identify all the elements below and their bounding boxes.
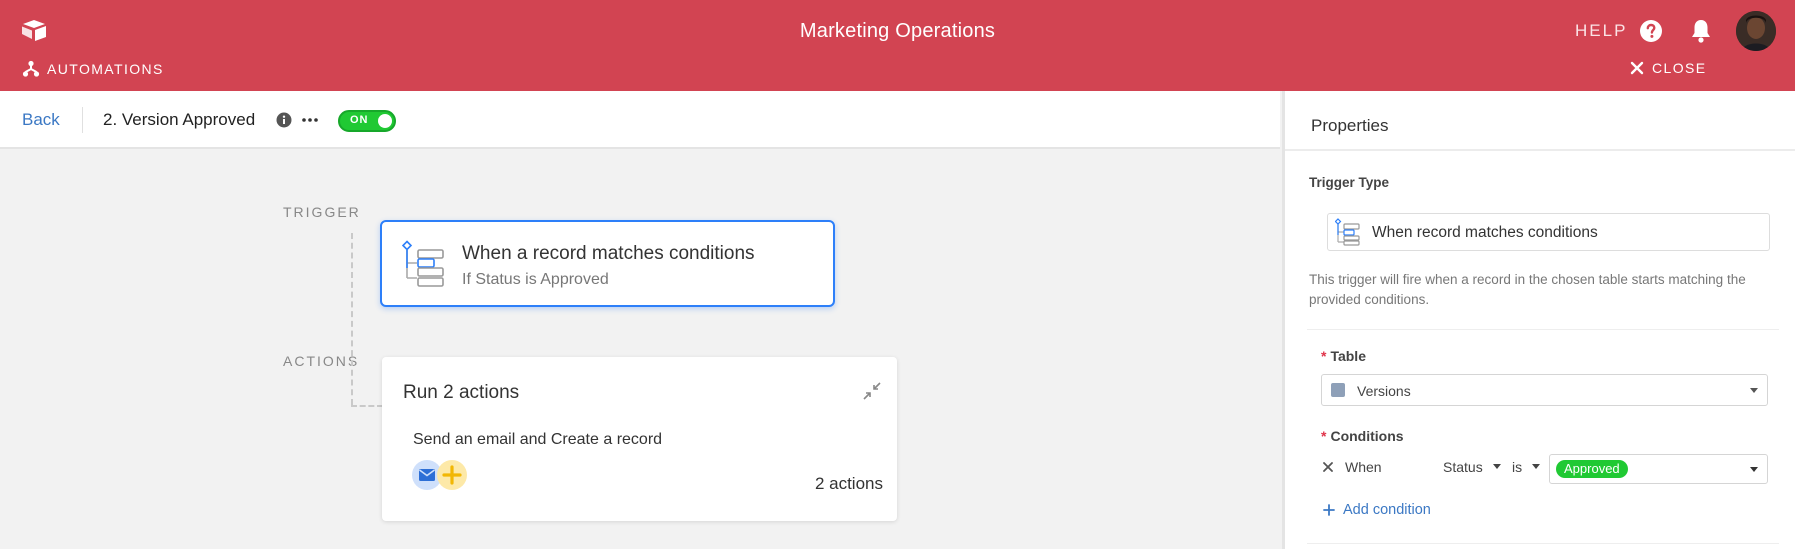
flow-connector-horizontal xyxy=(351,405,383,407)
condition-field-value: Status xyxy=(1443,459,1483,475)
back-button[interactable]: Back xyxy=(22,110,60,130)
condition-value-select[interactable]: Approved xyxy=(1549,454,1768,484)
create-record-action-icon xyxy=(437,460,467,490)
help-link[interactable]: HELP xyxy=(1575,21,1627,41)
trigger-type-value: When record matches conditions xyxy=(1372,224,1598,241)
condition-operator-select[interactable]: is xyxy=(1512,459,1541,475)
trigger-description: This trigger will fire when a record in … xyxy=(1309,272,1746,307)
trigger-card[interactable]: When a record matches conditions If Stat… xyxy=(380,220,835,307)
section-divider xyxy=(1307,543,1779,544)
automations-label: AUTOMATIONS xyxy=(47,61,164,77)
automations-link[interactable]: AUTOMATIONS xyxy=(22,60,164,78)
automation-on-toggle[interactable]: ON xyxy=(338,110,396,132)
actions-section-label: ACTIONS xyxy=(283,353,360,369)
section-divider xyxy=(1307,329,1779,330)
close-label: CLOSE xyxy=(1652,60,1707,76)
trigger-card-title: When a record matches conditions xyxy=(462,243,755,264)
table-field-label: * Table xyxy=(1321,348,1366,364)
automations-icon xyxy=(22,60,40,77)
automation-name[interactable]: 2. Version Approved xyxy=(103,110,255,130)
close-icon xyxy=(1630,61,1644,75)
more-options-icon[interactable] xyxy=(302,118,318,122)
conditions-trigger-icon xyxy=(402,240,444,287)
actions-card-title: Run 2 actions xyxy=(403,382,520,403)
trigger-section-label: TRIGGER xyxy=(283,204,361,220)
table-select[interactable]: Versions xyxy=(1321,374,1768,406)
toolbar-divider xyxy=(82,107,83,133)
user-avatar[interactable] xyxy=(1736,11,1776,51)
trigger-card-subtitle: If Status is Approved xyxy=(462,271,609,288)
actions-card-description: Send an email and Create a record xyxy=(413,431,663,448)
properties-header: Properties xyxy=(1285,91,1795,151)
properties-title: Properties xyxy=(1311,116,1389,135)
required-mark: * xyxy=(1321,428,1327,444)
add-condition-button[interactable]: Add condition xyxy=(1323,502,1431,518)
base-title: Marketing Operations xyxy=(799,20,996,42)
trigger-type-label: Trigger Type xyxy=(1309,175,1390,190)
trigger-type-selector[interactable]: When record matches conditions xyxy=(1327,213,1770,251)
condition-field-select[interactable]: Status xyxy=(1443,459,1501,475)
chevron-down-icon xyxy=(1750,467,1758,472)
condition-operator-value: is xyxy=(1512,459,1523,475)
toggle-label: ON xyxy=(350,114,369,126)
chevron-down-icon xyxy=(1532,464,1541,469)
status-badge: Approved xyxy=(1556,460,1628,478)
add-condition-label: Add condition xyxy=(1343,502,1431,518)
remove-condition-icon[interactable] xyxy=(1323,462,1333,472)
actions-count: 2 actions xyxy=(814,474,883,493)
table-label-text: Table xyxy=(1330,348,1366,364)
conditions-field-label: * Conditions xyxy=(1321,428,1404,444)
help-icon[interactable] xyxy=(1639,19,1663,43)
close-button[interactable]: CLOSE xyxy=(1630,60,1706,76)
properties-panel: Properties Trigger Type When record matc… xyxy=(1282,91,1795,549)
actions-card[interactable]: Run 2 actions Send an email and Create a… xyxy=(382,357,897,521)
condition-when-label: When xyxy=(1345,459,1382,475)
required-mark: * xyxy=(1321,348,1327,364)
conditions-label-text: Conditions xyxy=(1330,428,1404,444)
avatar-portrait-icon xyxy=(1736,11,1776,51)
app-header: Marketing Operations HELP AUTOMATIONS CL… xyxy=(0,0,1795,91)
collapse-icon[interactable] xyxy=(862,381,882,401)
conditions-trigger-icon xyxy=(1335,218,1360,246)
plus-icon xyxy=(1323,504,1335,516)
chevron-down-icon xyxy=(1750,388,1758,393)
automation-toolbar: Back 2. Version Approved ON xyxy=(0,91,1280,149)
chevron-down-icon xyxy=(1492,464,1501,469)
flow-connector-vertical xyxy=(351,233,353,405)
toggle-knob xyxy=(378,114,392,128)
table-grid-icon xyxy=(1331,383,1345,397)
notifications-bell-icon[interactable] xyxy=(1689,18,1713,44)
info-icon[interactable] xyxy=(276,112,292,128)
table-select-value: Versions xyxy=(1357,383,1411,399)
